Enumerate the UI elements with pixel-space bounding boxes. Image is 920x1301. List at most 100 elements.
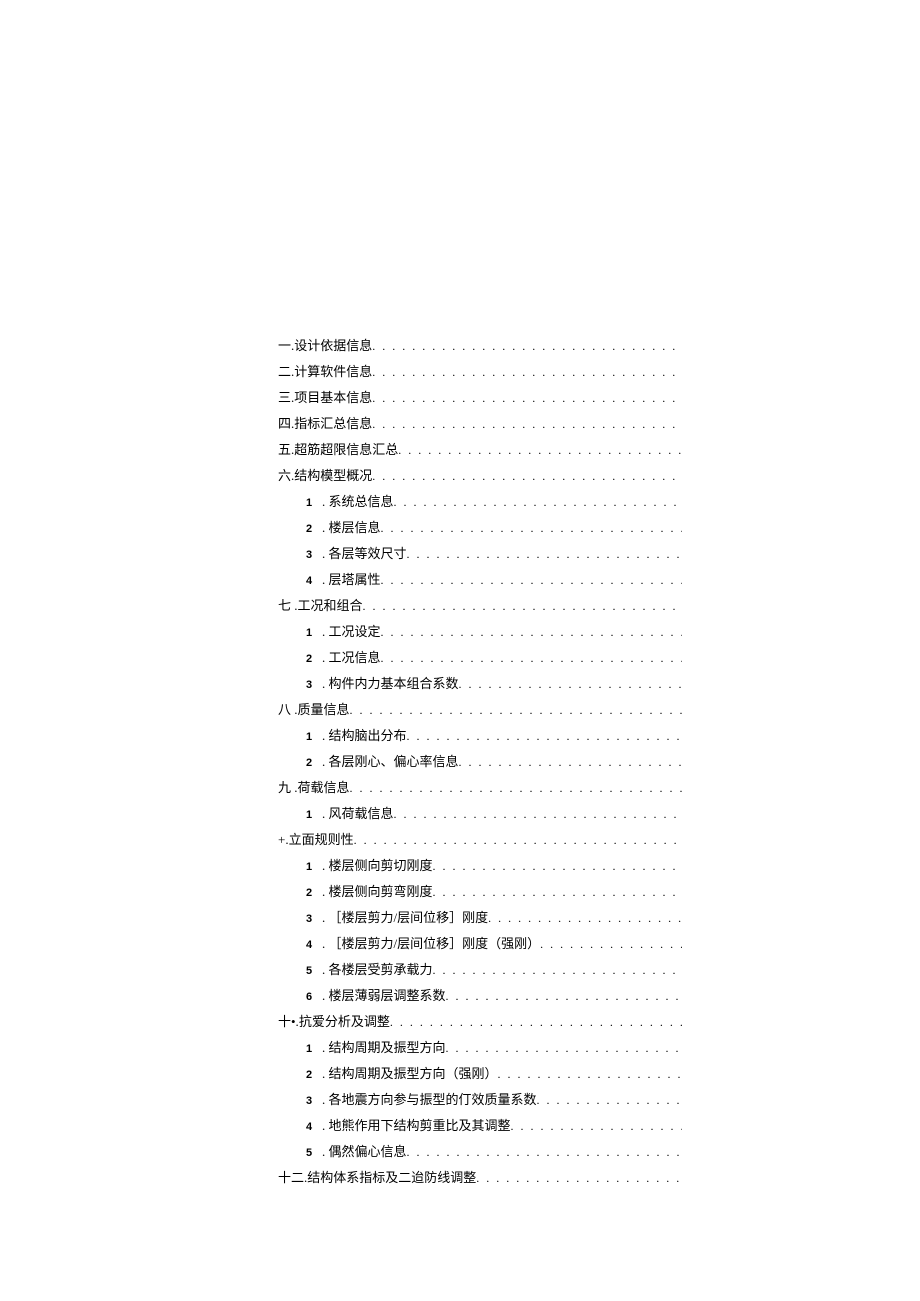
toc-label: +. [278,832,289,848]
toc-sub-number: 3 [296,679,322,691]
toc-entry: 3. 各地震方向参与振型的仃效质量系数 [278,1089,682,1108]
toc-leader-dots [540,937,682,952]
toc-leader-dots [446,1041,682,1056]
toc-sub-number: 2 [296,523,322,535]
toc-sub-number: 2 [296,653,322,665]
toc-leader-dots [433,963,682,978]
toc-sub-number: 1 [296,1043,322,1055]
toc-label: 十•. [278,1011,299,1030]
toc-leader-dots [394,495,682,510]
toc-entry: 六.结构模型概况 [278,465,682,484]
toc-entry: 2. 结构周期及振型方向（强刚） [278,1063,682,1082]
toc-entry: 九 . 荷载信息 [278,777,682,796]
toc-entry: 5. 偶然偏心信息 [278,1141,682,1160]
toc-entry: 3. 各层等效尺寸 [278,543,682,562]
toc-sub-number: 3 [296,1095,322,1107]
toc-sub-text: . 各楼层受剪承载力 [322,959,433,978]
toc-leader-dots [459,755,682,770]
toc-sub-text: . 地熊作用下结构剪重比及其调整 [322,1115,511,1134]
toc-entry: 1. 系统总信息 [278,491,682,510]
toc-sub-number: 6 [296,991,322,1003]
toc-sub-text: . 工况信息 [322,647,381,666]
toc-sub-text: . 层塔属性 [322,569,381,588]
toc-sub-text: . 系统总信息 [322,491,394,510]
toc-leader-dots [372,469,682,484]
toc-sub-number: 2 [296,1069,322,1081]
toc-sub-number: 1 [296,497,322,509]
toc-entry: 八 . 质量信息 [278,699,682,718]
toc-leader-dots [537,1093,682,1108]
toc-label: 十二. [278,1167,307,1186]
toc-sub-number: 4 [296,939,322,951]
toc-entry: 2. 楼层信息 [278,517,682,536]
toc-text: 工况和组合 [298,595,363,614]
toc-leader-dots [394,807,682,822]
toc-leader-dots [433,885,682,900]
toc-label: 八 . [278,699,298,718]
toc-leader-dots [372,391,682,406]
toc-sub-number: 2 [296,887,322,899]
toc-leader-dots [363,599,682,614]
toc-leader-dots [350,703,682,718]
toc-sub-text: . 楼层薄弱层调整系数 [322,985,446,1004]
toc-label: 九 . [278,777,298,796]
toc-entry: 四.指标汇总信息 [278,413,682,432]
toc-entry: 五.超筋超限信息汇总 [278,439,682,458]
toc-label: 七 . [278,595,298,614]
toc-sub-text: . 结构周期及振型方向（强刚） [322,1063,498,1082]
toc-entry: 4. ［楼层剪力/层间位移］刚度（强刚） [278,933,682,952]
toc-sub-text: . 各层刚心、偏心率信息 [322,751,459,770]
toc-leader-dots [446,989,682,1004]
toc-entry: +. 立面规则性 [278,829,682,848]
toc-sub-text: . 结构脑出分布 [322,725,407,744]
toc-text: 超筋超限信息汇总 [294,439,398,458]
toc-leader-dots [381,521,682,536]
toc-leader-dots [381,651,682,666]
toc-sub-text: . 工况设定 [322,621,381,640]
toc-entry: 1. 结构周期及振型方向 [278,1037,682,1056]
toc-entry: 一.设计依据信息 [278,335,682,354]
toc-sub-number: 2 [296,757,322,769]
toc-entry: 2. 楼层侧向剪弯刚度 [278,881,682,900]
toc-entry: 2. 工况信息 [278,647,682,666]
toc-entry: 4. 地熊作用下结构剪重比及其调整 [278,1115,682,1134]
toc-entry: 3. ［楼层剪力/层间位移］刚度 [278,907,682,926]
toc-text: 指标汇总信息 [294,413,372,432]
toc-leader-dots [372,339,682,354]
toc-entry: 1. 楼层侧向剪切刚度 [278,855,682,874]
toc-leader-dots [390,1015,682,1030]
toc-sub-number: 5 [296,1147,322,1159]
toc-sub-number: 3 [296,549,322,561]
toc-sub-number: 4 [296,1121,322,1133]
toc-entry: 4. 层塔属性 [278,569,682,588]
toc-text: 项目基本信息 [294,387,372,406]
toc-sub-number: 1 [296,731,322,743]
toc-leader-dots [372,365,682,380]
table-of-contents: 一.设计依据信息二.计算软件信息三.项目基本信息四.指标汇总信息五.超筋超限信息… [278,335,682,1186]
toc-entry: 1. 工况设定 [278,621,682,640]
toc-sub-number: 1 [296,861,322,873]
toc-entry: 三.项目基本信息 [278,387,682,406]
toc-leader-dots [398,443,682,458]
toc-label: 六. [278,465,294,484]
toc-sub-number: 5 [296,965,322,977]
toc-leader-dots [350,781,682,796]
toc-text: 设计依据信息 [294,335,372,354]
toc-label: 三. [278,387,294,406]
toc-sub-number: 4 [296,575,322,587]
toc-leader-dots [476,1171,682,1186]
toc-leader-dots [354,833,682,848]
toc-sub-text: . ［楼层剪力/层间位移］刚度（强刚） [322,933,540,952]
toc-sub-text: . 构件内力基本组合系数 [322,673,459,692]
toc-entry: 七 . 工况和组合 [278,595,682,614]
toc-text: 结构体系指标及二迨防线调整 [307,1167,476,1186]
toc-leader-dots [459,677,682,692]
toc-entry: 1. 结构脑出分布 [278,725,682,744]
toc-leader-dots [511,1119,682,1134]
toc-text: 抗爱分析及调整 [299,1011,390,1030]
toc-leader-dots [407,1145,682,1160]
toc-text: 计算软件信息 [294,361,372,380]
toc-label: 五. [278,439,294,458]
toc-sub-number: 1 [296,809,322,821]
toc-leader-dots [407,547,682,562]
